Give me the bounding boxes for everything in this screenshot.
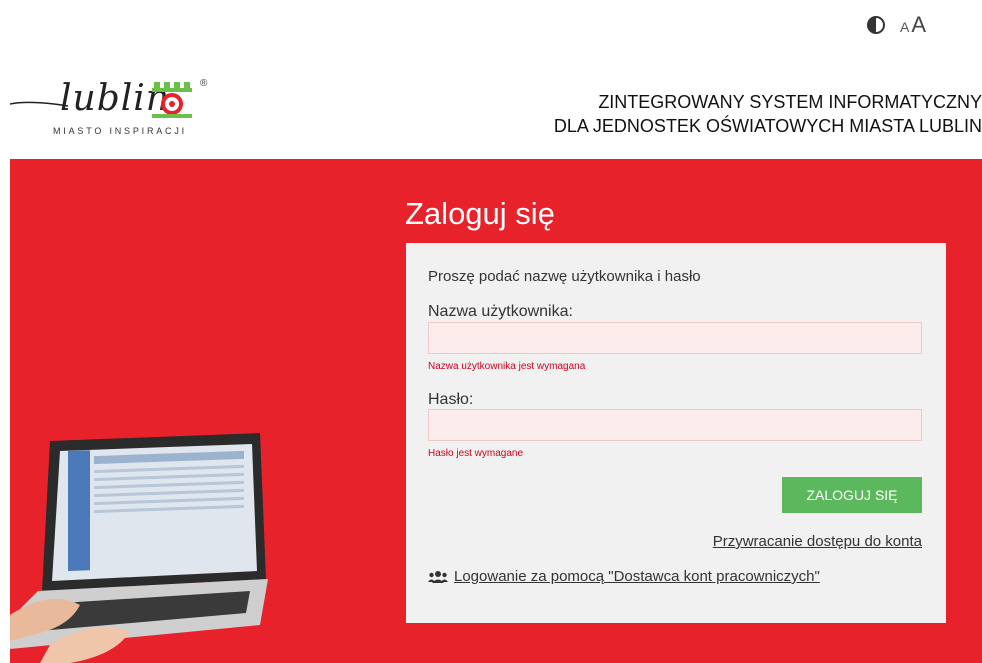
font-size-large-button[interactable]: A bbox=[911, 12, 926, 38]
login-heading: Zaloguj się bbox=[405, 196, 555, 231]
registered-mark: ® bbox=[200, 78, 208, 89]
laptop-illustration bbox=[10, 433, 268, 663]
username-error: Nazwa użytkownika jest wymagana bbox=[428, 361, 586, 372]
employee-provider-login-label: Logowanie za pomocą "Dostawca kont praco… bbox=[454, 568, 820, 585]
login-form: Proszę podać nazwę użytkownika i hasło N… bbox=[406, 243, 946, 623]
username-input[interactable] bbox=[428, 322, 922, 354]
system-title: ZINTEGROWANY SYSTEM INFORMATYCZNY DLA JE… bbox=[554, 90, 982, 138]
contrast-icon[interactable] bbox=[866, 15, 886, 35]
login-instructions: Proszę podać nazwę użytkownika i hasło bbox=[428, 268, 701, 285]
system-title-line2: DLA JEDNOSTEK OŚWIATOWYCH MIASTA LUBLIN bbox=[553, 116, 982, 136]
username-label: Nazwa użytkownika: bbox=[428, 303, 573, 320]
accessibility-controls: A A bbox=[866, 12, 926, 38]
lublin-logo[interactable]: lublin ® MIASTO INSPIRACJI bbox=[10, 78, 220, 144]
logo-castle-icon bbox=[152, 82, 192, 118]
login-submit-button[interactable]: ZALOGUJ SIĘ bbox=[782, 477, 922, 513]
password-input[interactable] bbox=[428, 409, 922, 441]
password-label: Hasło: bbox=[428, 391, 474, 408]
logo-tagline: MIASTO INSPIRACJI bbox=[53, 126, 187, 136]
users-icon bbox=[428, 570, 448, 583]
employee-provider-login-link[interactable]: Logowanie za pomocą "Dostawca kont praco… bbox=[428, 568, 820, 585]
password-error: Hasło jest wymagane bbox=[428, 448, 524, 459]
system-title-line1: ZINTEGROWANY SYSTEM INFORMATYCZNY bbox=[598, 92, 982, 112]
font-size-small-button[interactable]: A bbox=[900, 19, 909, 35]
recover-access-link[interactable]: Przywracanie dostępu do konta bbox=[713, 533, 922, 550]
